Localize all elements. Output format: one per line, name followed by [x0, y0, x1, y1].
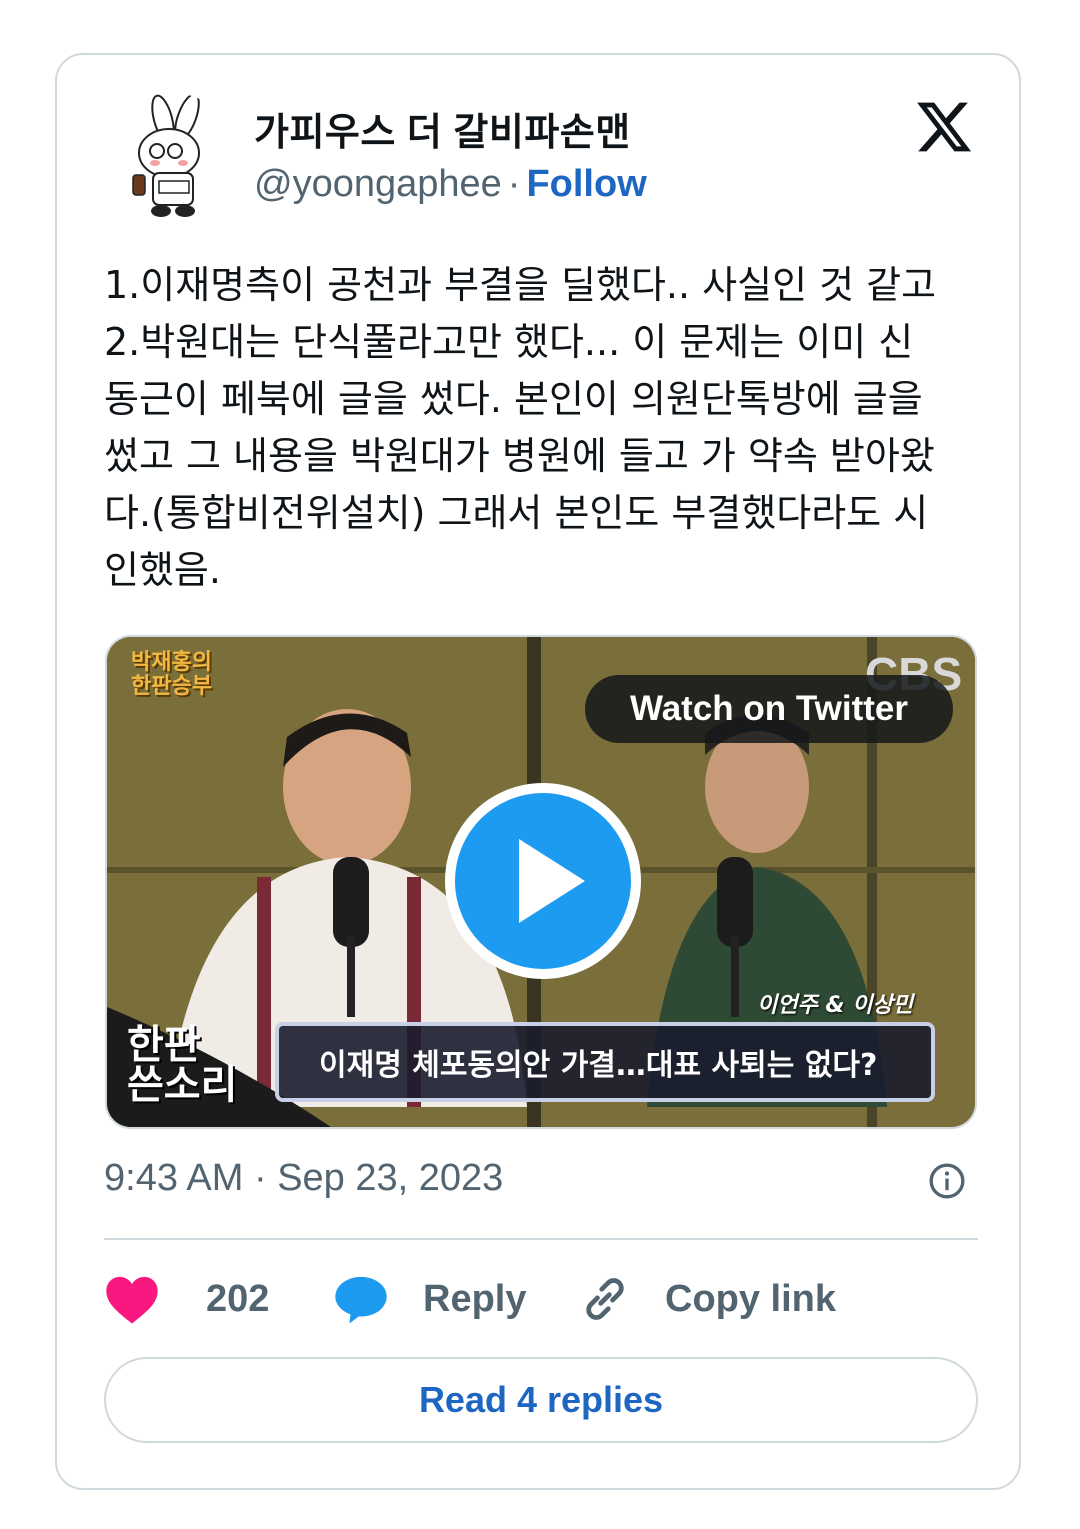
tweet-timestamp[interactable]: 9:43 AM · Sep 23, 2023: [104, 1157, 503, 1200]
divider: [104, 1238, 978, 1240]
info-icon[interactable]: [927, 1161, 967, 1201]
caption-segment: 한판 쓴소리: [127, 1022, 238, 1108]
x-logo-icon[interactable]: [914, 97, 974, 157]
reply-button[interactable]: Reply: [333, 1269, 526, 1329]
like-count: 202: [206, 1277, 270, 1320]
tweet-embed-card: 가피우스 더 갈비파손맨 @yoongaphee · Follow 1.이재명측이 …: [55, 53, 1021, 1490]
author-display-name[interactable]: 가피우스 더 갈비파손맨: [254, 101, 631, 156]
read-replies-button[interactable]: Read 4 replies: [104, 1357, 978, 1443]
play-icon: [519, 839, 585, 923]
play-button[interactable]: [445, 783, 641, 979]
rabbit-avatar-icon: [105, 93, 239, 227]
reply-label: Reply: [423, 1277, 527, 1320]
author-handle-row: @yoongaphee · Follow: [254, 163, 647, 206]
speech-bubble-icon: [335, 1276, 387, 1324]
heart-icon: [106, 1276, 158, 1324]
avatar[interactable]: [105, 93, 239, 227]
like-button[interactable]: 202: [104, 1269, 269, 1329]
author-handle[interactable]: @yoongaphee: [254, 163, 502, 205]
link-icon: [586, 1278, 624, 1320]
play-button-fill: [455, 793, 631, 969]
separator-dot: ·: [507, 163, 521, 205]
show-badge: 박재홍의 한판승부: [131, 650, 212, 699]
tweet-text: 1.이재명측이 공천과 부결을 딜했다.. 사실인 것 같고 2.박원대는 단식…: [104, 263, 937, 592]
video-player[interactable]: 박재홍의 한판승부 CBS Watch on Twitter 이언주 & 이상민…: [105, 635, 977, 1129]
watch-on-twitter-button[interactable]: Watch on Twitter: [585, 675, 953, 743]
copy-link-label: Copy link: [665, 1277, 837, 1320]
follow-button[interactable]: Follow: [526, 163, 646, 205]
caption-names: 이언주 & 이상민: [757, 993, 913, 1018]
copy-link-button[interactable]: Copy link: [579, 1269, 836, 1329]
caption-headline: 이재명 체포동의안 가결…대표 사퇴는 없다?: [275, 1022, 935, 1102]
